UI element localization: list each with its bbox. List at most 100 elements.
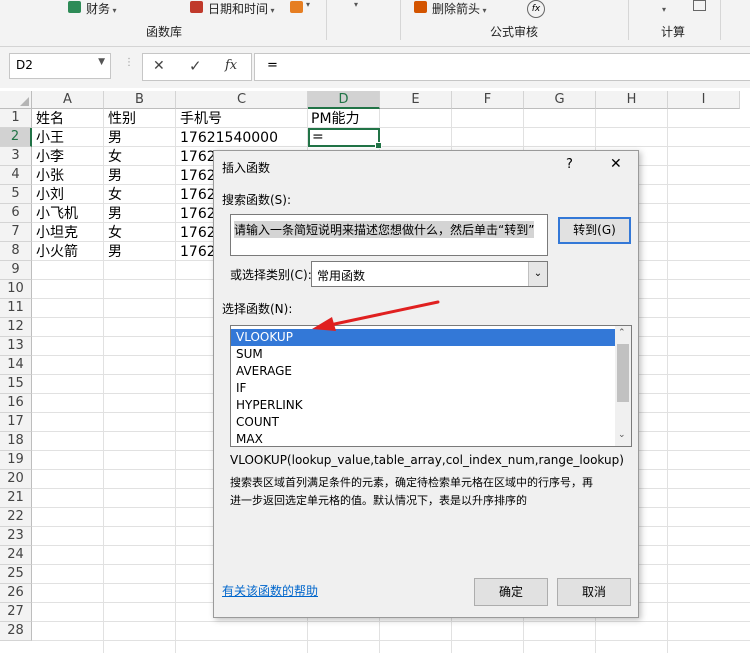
column-header-i[interactable]: I [668,91,740,109]
cell-c4[interactable]: 1762 [180,167,216,186]
cell-a5[interactable]: 小刘 [36,186,64,205]
list-item[interactable]: COUNT [231,414,279,431]
drag-handle-icon[interactable]: ⋮ [124,57,134,68]
scroll-up-icon[interactable]: ⌃ [618,328,626,338]
column-header-e[interactable]: E [380,91,452,109]
insert-function-button[interactable]: fx [225,58,237,73]
row-header-2[interactable]: 2 [0,128,32,147]
list-item[interactable]: IF [231,380,246,397]
cell-a4[interactable]: 小张 [36,167,64,186]
cell-c6[interactable]: 1762 [180,205,216,224]
row-header-9[interactable]: 9 [0,261,32,280]
more-functions-dropdown[interactable]: ▾ [306,0,310,9]
row-header-14[interactable]: 14 [0,356,32,375]
row-header-15[interactable]: 15 [0,375,32,394]
column-header-f[interactable]: F [452,91,524,109]
row-header-19[interactable]: 19 [0,451,32,470]
row-header-12[interactable]: 12 [0,318,32,337]
row-header-8[interactable]: 8 [0,242,32,261]
row-header-22[interactable]: 22 [0,508,32,527]
cancel-formula-button[interactable]: ✕ [153,58,165,74]
column-header-d[interactable]: D [308,91,380,109]
row-header-28[interactable]: 28 [0,622,32,641]
list-item[interactable]: SUM [231,346,263,363]
cell-a2[interactable]: 小王 [36,129,64,148]
cell-c3[interactable]: 1762 [180,148,216,167]
row-header-11[interactable]: 11 [0,299,32,318]
row-header-4[interactable]: 4 [0,166,32,185]
column-header-h[interactable]: H [596,91,668,109]
finance-button[interactable]: 财务 ▾ [86,0,117,17]
column-header-a[interactable]: A [32,91,104,109]
cell-c8[interactable]: 1762 [180,243,216,262]
ribbon-dropdown[interactable]: ▾ [354,0,358,9]
cell-c7[interactable]: 1762 [180,224,216,243]
row-header-25[interactable]: 25 [0,565,32,584]
cell-b5[interactable]: 女 [108,186,122,205]
cell-b6[interactable]: 男 [108,205,122,224]
row-header-1[interactable]: 1 [0,109,32,128]
chevron-down-icon[interactable]: ⌄ [528,262,547,286]
datetime-button[interactable]: 日期和时间 ▾ [208,0,275,17]
goto-button[interactable]: 转到(G) [558,217,631,244]
cell-a1[interactable]: 姓名 [36,110,64,129]
select-all-corner[interactable] [0,91,32,109]
active-cell-d2[interactable]: = [308,128,382,149]
row-header-24[interactable]: 24 [0,546,32,565]
row-header-7[interactable]: 7 [0,223,32,242]
enter-formula-button[interactable]: ✓ [189,57,202,75]
cell-c2[interactable]: 17621540000 [180,129,278,148]
search-function-input[interactable]: 请输入一条简短说明来描述您想做什么，然后单击“转到” [230,214,548,256]
column-header-g[interactable]: G [524,91,596,109]
function-list-scrollbar[interactable]: ⌃ ⌄ [615,326,631,446]
column-header-b[interactable]: B [104,91,176,109]
row-header-10[interactable]: 10 [0,280,32,299]
row-header-17[interactable]: 17 [0,413,32,432]
cell-c1[interactable]: 手机号 [180,110,222,129]
cell-b8[interactable]: 男 [108,243,122,262]
formula-input[interactable]: = [254,53,750,81]
evaluate-formula-icon[interactable]: fx [527,0,545,18]
row-header-20[interactable]: 20 [0,470,32,489]
fill-handle[interactable] [375,142,382,149]
cell-b7[interactable]: 女 [108,224,122,243]
cell-b1[interactable]: 性别 [108,110,136,129]
close-button[interactable]: ✕ [610,156,622,172]
cell-c5[interactable]: 1762 [180,186,216,205]
row-header-6[interactable]: 6 [0,204,32,223]
row-header-18[interactable]: 18 [0,432,32,451]
row-header-21[interactable]: 21 [0,489,32,508]
calc-options-icon[interactable] [693,0,706,11]
list-item[interactable]: MAX [231,431,263,446]
more-functions-icon[interactable] [290,1,303,13]
function-list[interactable]: VLOOKUP SUM AVERAGE IF HYPERLINK COUNT M… [230,325,632,447]
row-header-16[interactable]: 16 [0,394,32,413]
cell-a7[interactable]: 小坦克 [36,224,78,243]
row-header-27[interactable]: 27 [0,603,32,622]
function-help-link[interactable]: 有关该函数的帮助 [222,582,318,599]
row-header-13[interactable]: 13 [0,337,32,356]
row-header-23[interactable]: 23 [0,527,32,546]
cell-a3[interactable]: 小李 [36,148,64,167]
scroll-down-icon[interactable]: ⌄ [618,430,626,440]
help-button[interactable]: ? [566,157,573,172]
row-header-3[interactable]: 3 [0,147,32,166]
cancel-button[interactable]: 取消 [557,578,631,606]
list-item[interactable]: AVERAGE [231,363,292,380]
cell-a6[interactable]: 小飞机 [36,205,78,224]
cell-b4[interactable]: 男 [108,167,122,186]
cell-b2[interactable]: 男 [108,129,122,148]
column-header-c[interactable]: C [176,91,308,109]
remove-arrows-button[interactable]: 删除箭头 ▾ [432,0,487,17]
scrollbar-thumb[interactable] [617,344,629,402]
row-header-5[interactable]: 5 [0,185,32,204]
category-select[interactable]: 常用函数 ⌄ [311,261,548,287]
cell-a8[interactable]: 小火箭 [36,243,78,262]
cell-b3[interactable]: 女 [108,148,122,167]
calc-options-dropdown[interactable]: ▾ [662,5,666,14]
chevron-down-icon[interactable]: ▼ [98,57,105,67]
cell-d1[interactable]: PM能力 [311,110,360,129]
row-header-26[interactable]: 26 [0,584,32,603]
name-box[interactable]: D2 ▼ [9,53,111,79]
list-item[interactable]: HYPERLINK [231,397,303,414]
